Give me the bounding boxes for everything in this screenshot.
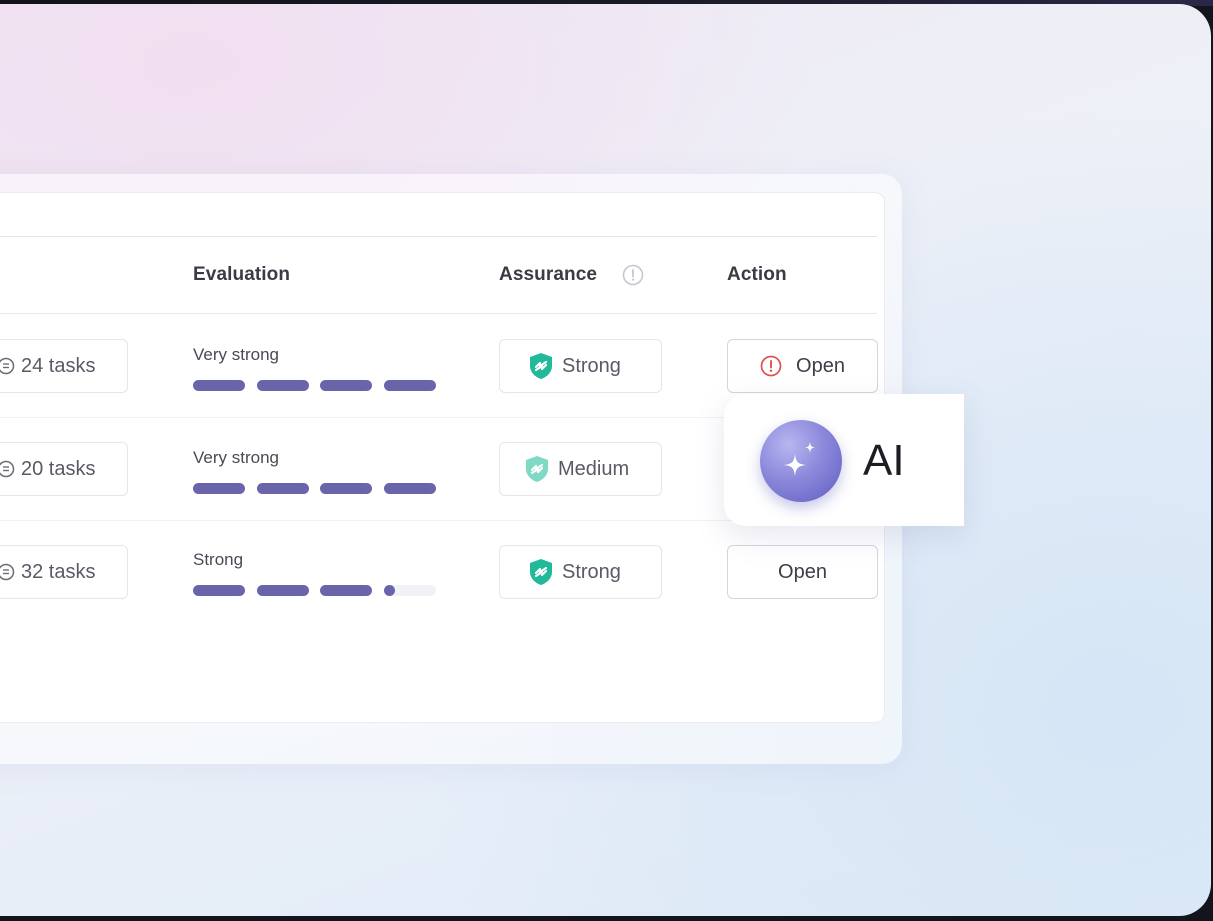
table-top-divider — [0, 236, 877, 237]
tasks-list-icon — [0, 563, 15, 581]
evaluation-segment-fill — [320, 585, 372, 596]
evaluation-label: Very strong — [193, 448, 279, 467]
evaluation-segment — [320, 483, 372, 494]
evaluation-segment-fill — [193, 483, 245, 494]
info-icon[interactable] — [622, 264, 644, 286]
evaluation-segment-fill — [320, 483, 372, 494]
evaluation-segment-fill — [256, 585, 309, 596]
tasks-count: 32 tasks — [21, 560, 96, 583]
evaluation-meter — [193, 585, 436, 596]
assurance-badge[interactable]: Strong — [499, 545, 662, 599]
evaluation-segment-fill — [193, 585, 245, 596]
evaluation-segment-fill — [256, 483, 309, 494]
evaluation-segment — [320, 585, 372, 596]
evaluation-segment — [256, 380, 309, 391]
assurance-label: Strong — [562, 560, 621, 583]
evaluation-label: Strong — [193, 550, 244, 569]
ai-label: AI — [863, 436, 905, 485]
evaluation-segment — [256, 585, 309, 596]
evaluation-label: Very strong — [193, 345, 279, 364]
evaluation-segment-fill — [383, 585, 395, 596]
evaluation-meter — [193, 483, 436, 494]
evaluation-segment-fill — [256, 380, 309, 391]
tasks-list-icon — [0, 460, 15, 478]
column-header-action[interactable]: Action — [727, 264, 787, 286]
assurance-badge[interactable]: Medium — [499, 442, 662, 496]
evaluation-segment — [383, 585, 436, 596]
evaluation-segment-fill — [320, 380, 372, 391]
open-button[interactable]: Open — [727, 545, 878, 599]
evaluation-segment-fill — [193, 380, 245, 391]
evaluation-meter — [193, 380, 436, 391]
tasks-count: 24 tasks — [21, 354, 96, 377]
tasks-pill[interactable]: 20 tasks — [0, 442, 128, 496]
evaluation-segment — [193, 380, 245, 391]
evaluation-segment — [383, 380, 436, 391]
column-header-assurance[interactable]: Assurance — [499, 264, 597, 286]
assurance-badge[interactable]: Strong — [499, 339, 662, 393]
evaluation-segment — [193, 585, 245, 596]
evaluation-segment — [320, 380, 372, 391]
evaluation-segment — [383, 483, 436, 494]
tasks-count: 20 tasks — [21, 457, 96, 480]
sparkle-icon — [784, 442, 815, 476]
tasks-pill[interactable]: 24 tasks — [0, 339, 128, 393]
evaluation-segment-fill — [383, 380, 436, 391]
shield-icon — [530, 353, 552, 379]
evaluation-segment — [193, 483, 245, 494]
column-header-evaluation[interactable]: Evaluation — [193, 264, 290, 286]
open-button-label: Open — [778, 560, 827, 583]
shield-icon — [526, 456, 548, 482]
open-button-label: Open — [796, 354, 845, 377]
open-button[interactable]: Open — [727, 339, 878, 393]
ai-avatar[interactable] — [760, 420, 842, 502]
tasks-list-icon — [0, 357, 15, 375]
tasks-pill[interactable]: 32 tasks — [0, 545, 128, 599]
evaluation-segment — [256, 483, 309, 494]
evaluation-segment-fill — [383, 483, 436, 494]
alert-circle-icon — [760, 355, 782, 377]
header-divider — [0, 313, 877, 314]
assurance-label: Strong — [562, 354, 621, 377]
assurance-label: Medium — [558, 457, 630, 480]
shield-icon — [530, 559, 552, 585]
